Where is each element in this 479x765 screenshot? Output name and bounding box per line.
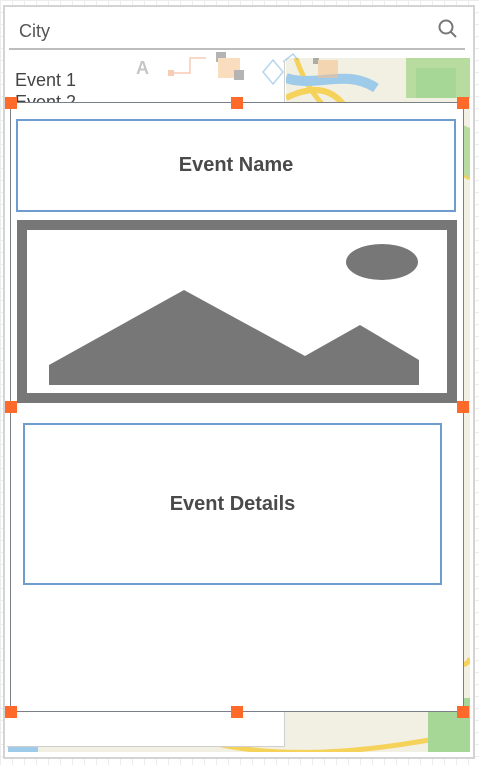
resize-handle-top-right[interactable]	[457, 97, 469, 109]
event-image-placeholder[interactable]	[17, 220, 457, 403]
editor-toolbar: A	[136, 52, 338, 86]
resize-handle-top[interactable]	[231, 97, 243, 109]
event-details-label: Event Details	[169, 492, 296, 515]
search-icon[interactable]	[438, 19, 458, 39]
resize-handle-bottom[interactable]	[231, 706, 243, 718]
event-details-box[interactable]: Event Details	[23, 423, 442, 585]
resize-handle-left[interactable]	[5, 401, 17, 413]
svg-text:A: A	[136, 58, 149, 78]
resize-handle-top-left[interactable]	[5, 97, 17, 109]
search-input[interactable]: City	[19, 21, 50, 42]
resize-handle-bottom-left[interactable]	[5, 706, 17, 718]
list-item[interactable]: Event 1	[15, 70, 76, 90]
resize-handle-right[interactable]	[457, 401, 469, 413]
event-name-box[interactable]: Event Name	[16, 119, 456, 212]
image-placeholder-icon	[49, 244, 419, 385]
resize-handle-bottom-right[interactable]	[457, 706, 469, 718]
event-name-label: Event Name	[178, 154, 294, 176]
